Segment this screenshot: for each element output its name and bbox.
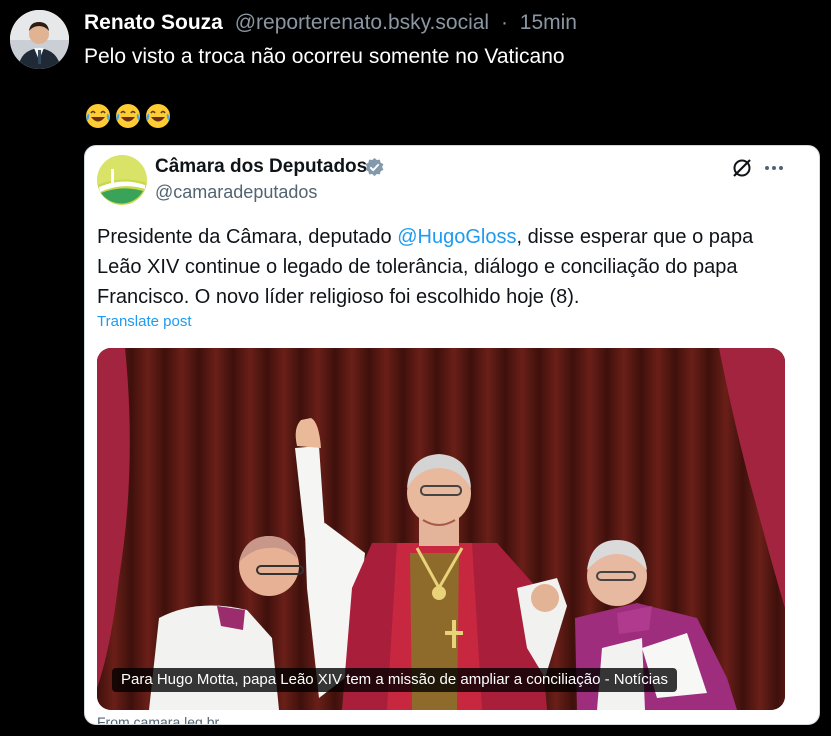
grok-icon[interactable] [731, 157, 753, 179]
quoted-author-handle[interactable]: @camaradeputados [155, 181, 317, 203]
quoted-post-text: Presidente da Câmara, deputado @HugoGlos… [97, 222, 797, 312]
pope-balcony-photo [97, 348, 785, 710]
emoji-row [84, 102, 172, 130]
verified-badge-icon [365, 157, 384, 177]
more-options-icon[interactable] [763, 157, 785, 179]
quoted-author-avatar[interactable] [97, 155, 147, 205]
mention-link[interactable]: @HugoGloss [397, 226, 516, 248]
link-source[interactable]: From camara.leg.br [97, 714, 219, 724]
post-container: Renato Souza @reporterenato.bsky.social … [0, 0, 831, 736]
author-handle[interactable]: @reporterenato.bsky.social [235, 11, 489, 34]
media-image[interactable]: Para Hugo Motta, papa Leão XIV tem a mis… [97, 348, 785, 710]
quoted-text-start: Presidente da Câmara, deputado [97, 226, 398, 248]
post-header: Renato Souza @reporterenato.bsky.social … [84, 10, 577, 36]
header-separator: · [500, 11, 508, 34]
quoted-author-name[interactable]: Câmara dos Deputados [155, 156, 367, 178]
face-with-tears-of-joy-icon [86, 104, 110, 128]
face-with-tears-of-joy-icon [146, 104, 170, 128]
media-caption: Para Hugo Motta, papa Leão XIV tem a mis… [112, 668, 677, 692]
translate-post-link[interactable]: Translate post [97, 313, 192, 330]
post-time[interactable]: 15min [520, 11, 577, 34]
post-text: Pelo visto a troca não ocorreu somente n… [84, 45, 565, 68]
author-name[interactable]: Renato Souza [84, 11, 223, 34]
face-with-tears-of-joy-icon [116, 104, 140, 128]
quoted-post-card[interactable]: Câmara dos Deputados @camaradeputados Pr… [84, 145, 820, 725]
avatar[interactable] [10, 10, 69, 69]
